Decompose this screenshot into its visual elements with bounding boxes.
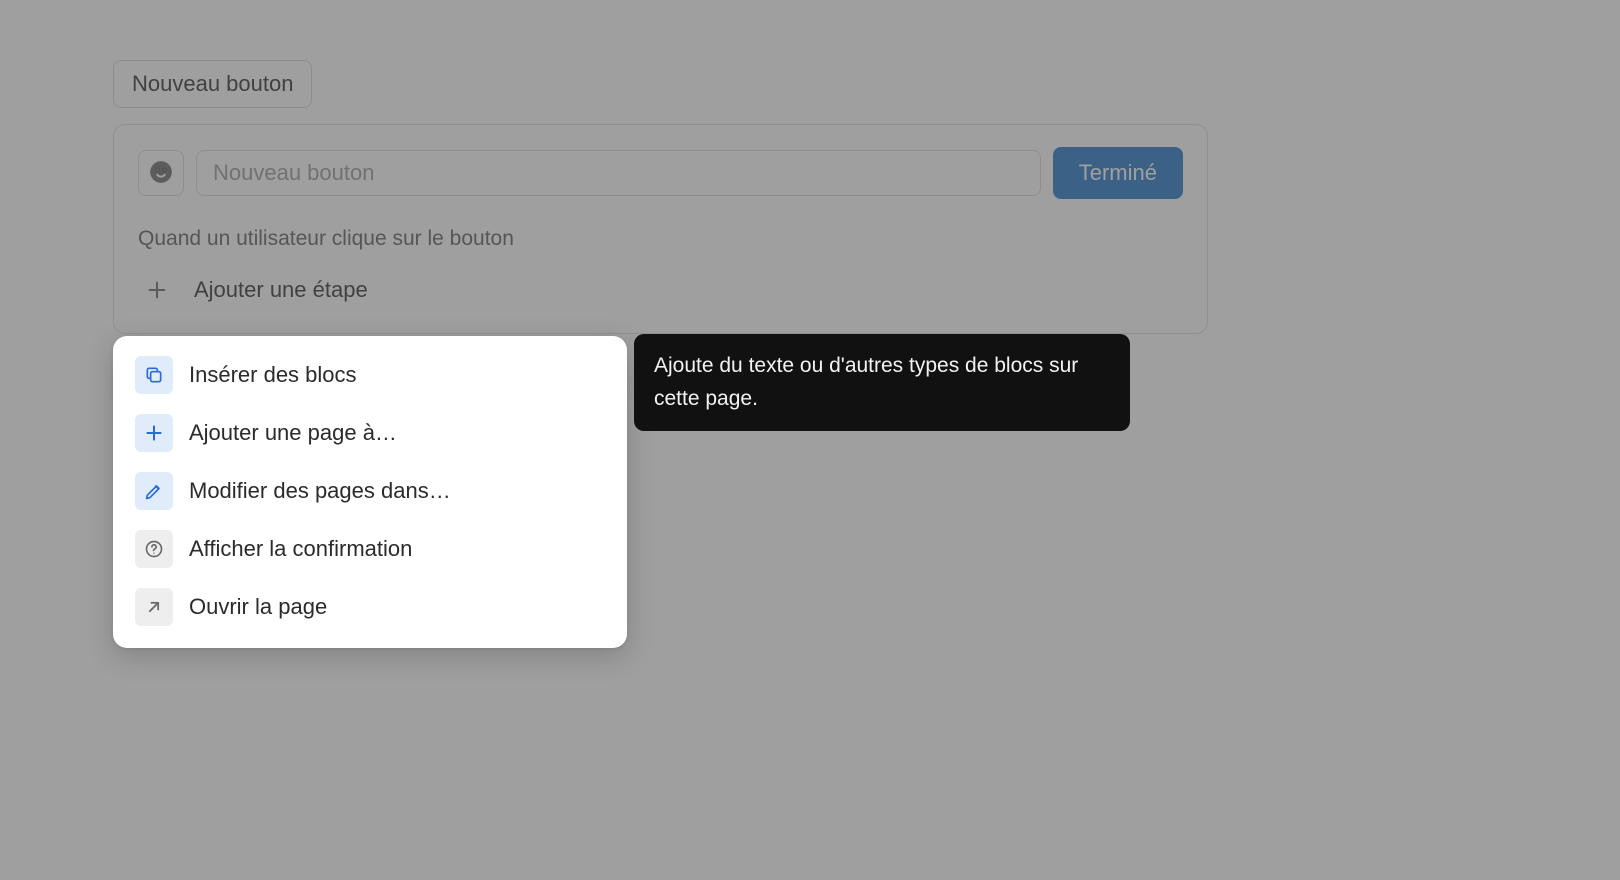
menu-item-add-page[interactable]: Ajouter une page à…: [123, 406, 617, 460]
step-type-menu: Insérer des blocs Ajouter une page à… Mo…: [113, 336, 627, 648]
done-button[interactable]: Terminé: [1053, 147, 1183, 199]
menu-item-label: Afficher la confirmation: [189, 536, 412, 562]
add-step-button[interactable]: Ajouter une étape: [138, 267, 1183, 313]
add-step-label: Ajouter une étape: [194, 277, 368, 303]
button-config-panel: Terminé Quand un utilisateur clique sur …: [113, 124, 1208, 334]
emoji-picker-button[interactable]: [138, 150, 184, 196]
menu-item-open-page[interactable]: Ouvrir la page: [123, 580, 617, 634]
plus-icon: [135, 414, 173, 452]
menu-item-show-confirmation[interactable]: Afficher la confirmation: [123, 522, 617, 576]
help-icon: [135, 530, 173, 568]
menu-item-label: Modifier des pages dans…: [189, 478, 451, 504]
when-clicked-label: Quand un utilisateur clique sur le bouto…: [138, 227, 1183, 251]
button-title-input[interactable]: [196, 150, 1041, 196]
new-button-badge: Nouveau bouton: [113, 60, 312, 108]
pencil-icon: [135, 472, 173, 510]
arrow-icon: [135, 588, 173, 626]
plus-icon: [140, 273, 174, 307]
menu-item-label: Insérer des blocs: [189, 362, 357, 388]
menu-item-label: Ouvrir la page: [189, 594, 327, 620]
copy-icon: [135, 356, 173, 394]
menu-item-modify-pages[interactable]: Modifier des pages dans…: [123, 464, 617, 518]
smile-icon: [148, 159, 174, 188]
menu-item-label: Ajouter une page à…: [189, 420, 397, 446]
menu-item-tooltip: Ajoute du texte ou d'autres types de blo…: [634, 334, 1130, 431]
menu-item-insert-blocks[interactable]: Insérer des blocs: [123, 348, 617, 402]
